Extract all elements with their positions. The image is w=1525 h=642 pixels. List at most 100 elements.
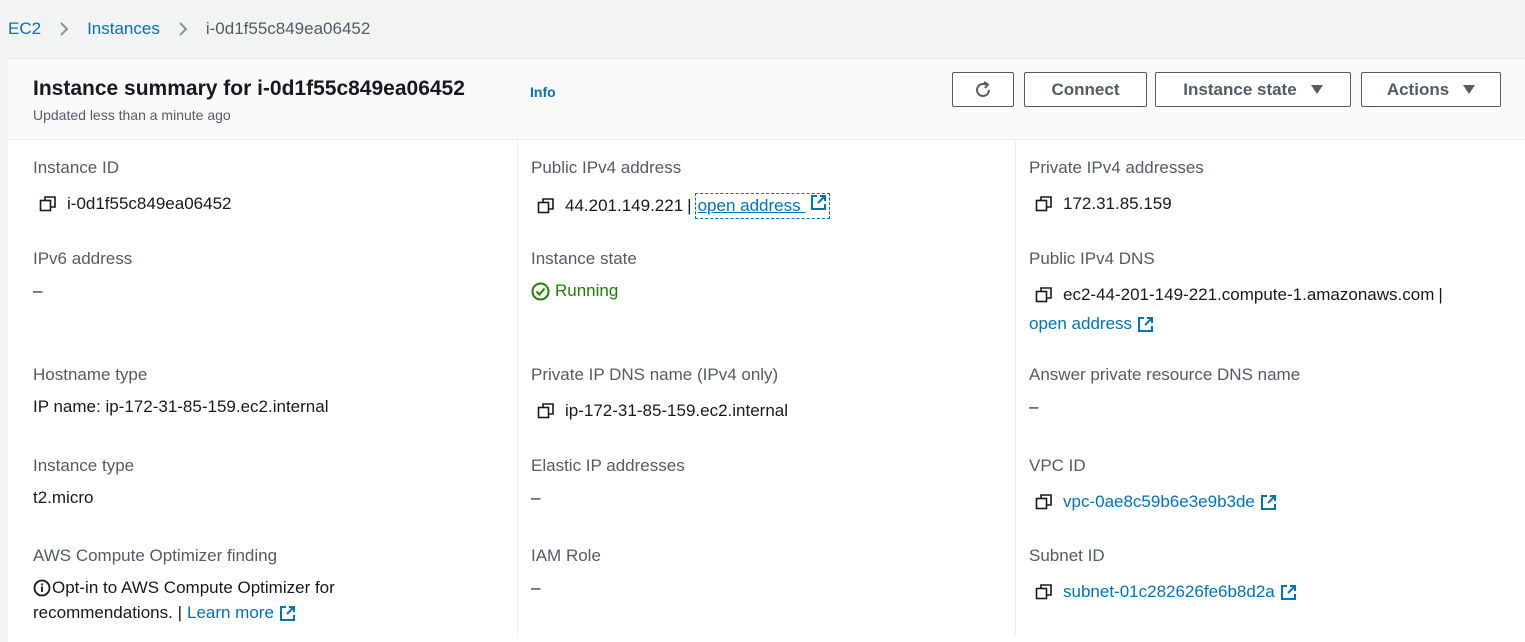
check-circle-icon	[531, 282, 550, 301]
breadcrumb-current: i-0d1f55c849ea06452	[205, 19, 371, 38]
instance-state-value: Running	[555, 281, 619, 300]
instance-state-button[interactable]: Instance state	[1155, 72, 1351, 107]
caret-down-icon	[1463, 85, 1476, 94]
elastic-ip-value: –	[531, 488, 541, 507]
instance-type-value: t2.micro	[33, 488, 94, 507]
instance-id-value: i-0d1f55c849ea06452	[67, 194, 232, 213]
panel-header: Instance summary for i-0d1f55c849ea06452…	[8, 59, 1525, 140]
breadcrumb-instances[interactable]: Instances	[87, 19, 160, 39]
field-label: Instance state	[531, 249, 637, 268]
info-link[interactable]: Info	[530, 84, 556, 100]
instance-summary-panel: Instance summary for i-0d1f55c849ea06452…	[8, 58, 1525, 642]
copy-icon[interactable]	[1035, 195, 1053, 213]
field-value-row: i-0d1f55c849ea06452	[33, 194, 231, 214]
column-divider	[517, 141, 518, 636]
page-title: Instance summary for i-0d1f55c849ea06452	[33, 77, 465, 100]
separator: |	[1438, 285, 1443, 304]
public-dns-value: ec2-44-201-149-221.compute-1.amazonaws.c…	[1063, 285, 1435, 304]
field-value-row: subnet-01c282626fe6b8d2a	[1029, 582, 1297, 602]
field-public-dns: Public IPv4 DNS ec2-44-201-149-221.compu…	[1029, 249, 1443, 334]
external-link-icon	[279, 605, 296, 622]
chevron-right-icon	[178, 21, 188, 37]
field-iam-role: IAM Role –	[531, 546, 601, 598]
field-value-row: Opt-in to AWS Compute Optimizer for	[33, 578, 335, 598]
field-label: Subnet ID	[1029, 546, 1105, 565]
subnet-id-link[interactable]: subnet-01c282626fe6b8d2a	[1063, 582, 1275, 602]
connect-label: Connect	[1051, 79, 1120, 99]
field-label: IPv6 address	[33, 249, 133, 268]
breadcrumb: EC2 Instances i-0d1f55c849ea06452	[0, 0, 1525, 58]
field-vpc-id: VPC ID vpc-0ae8c59b6e3e9b3de	[1029, 456, 1277, 512]
iam-role-value: –	[531, 578, 541, 597]
chevron-right-icon	[59, 21, 69, 37]
copy-icon[interactable]	[537, 402, 555, 420]
info-circle-icon	[33, 579, 51, 597]
separator: |	[687, 196, 692, 215]
external-link-icon	[810, 194, 827, 211]
public-ipv4-value: 44.201.149.221	[565, 196, 684, 215]
private-dns-value: ip-172-31-85-159.ec2.internal	[565, 401, 789, 420]
private-ipv4-value: 172.31.85.159	[1063, 194, 1172, 213]
caret-down-icon	[1310, 85, 1323, 94]
open-address-link[interactable]: open address	[694, 193, 831, 219]
field-elastic-ip: Elastic IP addresses –	[531, 456, 685, 508]
refresh-icon	[973, 80, 993, 100]
field-label: Elastic IP addresses	[531, 456, 685, 475]
field-private-ipv4: Private IPv4 addresses 172.31.85.159	[1029, 158, 1204, 214]
field-ipv6: IPv6 address –	[33, 249, 132, 301]
field-instance-state: Instance state Running	[531, 249, 637, 301]
open-address-link-dns[interactable]: open address	[1029, 314, 1443, 334]
open-address-label: open address	[1029, 314, 1133, 333]
field-public-ipv4: Public IPv4 address 44.201.149.221 | ope…	[531, 158, 831, 219]
copy-icon[interactable]	[1035, 286, 1053, 304]
open-address-label: open address	[697, 196, 801, 215]
field-instance-type: Instance type t2.micro	[33, 456, 134, 508]
field-label: Public IPv4 DNS	[1029, 249, 1155, 268]
external-link-icon	[1260, 494, 1277, 511]
external-link-icon	[1137, 316, 1154, 333]
field-label: Instance type	[33, 456, 135, 475]
refresh-button[interactable]	[952, 72, 1014, 107]
column-divider	[1015, 141, 1016, 636]
copy-icon[interactable]	[39, 195, 57, 213]
field-label: Private IPv4 addresses	[1029, 158, 1204, 177]
field-value-row: 44.201.149.221 | open address	[531, 193, 831, 219]
field-private-dns: Private IP DNS name (IPv4 only) ip-172-3…	[531, 365, 788, 421]
optimizer-text-line1: Opt-in to AWS Compute Optimizer for	[52, 578, 335, 597]
field-label: VPC ID	[1029, 456, 1086, 475]
field-value-row: vpc-0ae8c59b6e3e9b3de	[1029, 492, 1277, 512]
ipv6-value: –	[33, 281, 43, 300]
vpc-id-link[interactable]: vpc-0ae8c59b6e3e9b3de	[1063, 492, 1255, 512]
field-value-row: 172.31.85.159	[1029, 194, 1204, 214]
breadcrumb-ec2[interactable]: EC2	[8, 19, 41, 39]
external-link-icon	[1280, 584, 1297, 601]
updated-status: Updated less than a minute ago	[33, 107, 231, 123]
field-value-row: Running	[531, 281, 637, 301]
copy-icon[interactable]	[537, 197, 555, 215]
field-label: IAM Role	[531, 546, 601, 565]
instance-state-label: Instance state	[1183, 79, 1297, 99]
field-value-row: ip-172-31-85-159.ec2.internal	[531, 401, 788, 421]
answer-dns-value: –	[1029, 397, 1039, 416]
field-label: Answer private resource DNS name	[1029, 365, 1301, 384]
connect-button[interactable]: Connect	[1024, 72, 1147, 107]
field-label: Private IP DNS name (IPv4 only)	[531, 365, 779, 384]
field-label: AWS Compute Optimizer finding	[33, 546, 278, 565]
learn-more-link[interactable]: Learn more	[187, 603, 274, 623]
field-subnet-id: Subnet ID subnet-01c282626fe6b8d2a	[1029, 546, 1297, 602]
actions-label: Actions	[1386, 79, 1450, 99]
copy-icon[interactable]	[1035, 493, 1053, 511]
field-value-row: ec2-44-201-149-221.compute-1.amazonaws.c…	[1029, 285, 1443, 305]
hostname-type-value: IP name: ip-172-31-85-159.ec2.internal	[33, 397, 329, 416]
field-hostname-type: Hostname type IP name: ip-172-31-85-159.…	[33, 365, 328, 417]
field-instance-id: Instance ID i-0d1f55c849ea06452	[33, 158, 231, 214]
field-label: Instance ID	[33, 158, 119, 177]
field-answer-dns: Answer private resource DNS name –	[1029, 365, 1300, 417]
field-label: Public IPv4 address	[531, 158, 682, 177]
field-compute-optimizer: AWS Compute Optimizer finding Opt-in to …	[33, 546, 335, 623]
optimizer-text-line2: recommendations. |	[33, 603, 182, 622]
copy-icon[interactable]	[1035, 583, 1053, 601]
actions-button[interactable]: Actions	[1361, 72, 1501, 107]
field-label: Hostname type	[33, 365, 148, 384]
field-value-row: recommendations. | Learn more	[33, 603, 335, 623]
